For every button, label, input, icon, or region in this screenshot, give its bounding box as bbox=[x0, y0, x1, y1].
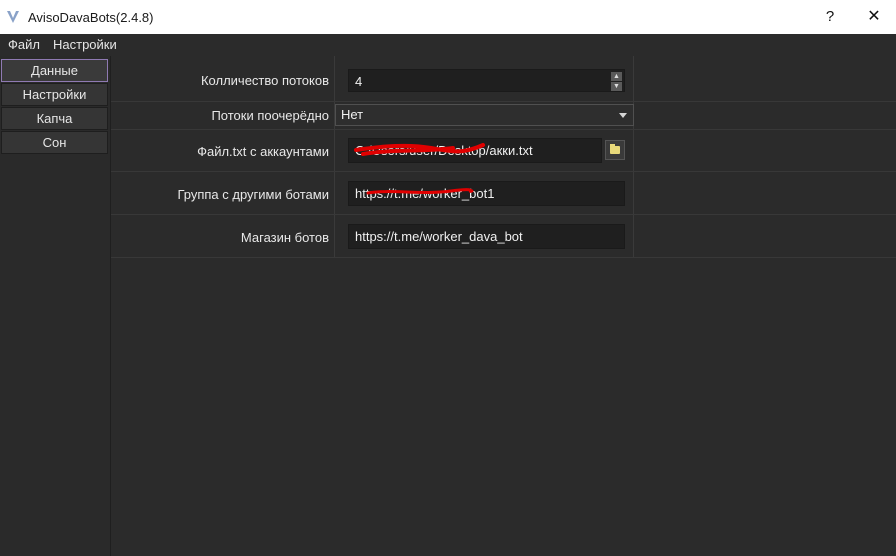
menu-bar: Файл Настройки bbox=[0, 34, 896, 55]
title-bar: AvisoDavaBots(2.4.8) ? ✕ bbox=[0, 0, 896, 34]
close-icon[interactable]: ✕ bbox=[860, 4, 888, 30]
sequential-value: Нет bbox=[341, 107, 364, 122]
bots-group-row: Группа с другими ботами https://t.me/wor… bbox=[111, 172, 896, 214]
sidebar-item-settings[interactable]: Настройки bbox=[1, 83, 108, 106]
sidebar-item-sleep[interactable]: Сон bbox=[1, 131, 108, 154]
sidebar: Данные Настройки Капча Сон bbox=[0, 56, 111, 556]
spin-up-icon[interactable]: ▲ bbox=[611, 72, 622, 81]
threads-row: Колличество потоков 4 ▲ ▼ bbox=[111, 56, 896, 101]
browse-button[interactable] bbox=[605, 140, 625, 160]
sequential-select[interactable]: Нет bbox=[335, 104, 634, 126]
sequential-row: Потоки поочерёдно Нет bbox=[111, 102, 896, 129]
sidebar-item-captcha[interactable]: Капча bbox=[1, 107, 108, 130]
threads-value: 4 bbox=[355, 74, 363, 89]
menu-file[interactable]: Файл bbox=[8, 37, 40, 52]
sequential-label: Потоки поочерёдно bbox=[211, 108, 329, 123]
row-divider bbox=[111, 257, 896, 258]
sidebar-item-data[interactable]: Данные bbox=[1, 59, 108, 82]
bots-shop-value: https://t.me/worker_dava_bot bbox=[355, 229, 523, 244]
settings-form: Колличество потоков 4 ▲ ▼ Потоки поочерё… bbox=[111, 56, 896, 556]
dropdown-arrow-icon bbox=[619, 113, 627, 118]
bots-group-label: Группа с другими ботами bbox=[177, 187, 329, 202]
accounts-file-label: Файл.txt с аккаунтами bbox=[197, 144, 329, 159]
folder-icon bbox=[610, 144, 620, 154]
app-logo-icon bbox=[7, 11, 19, 23]
help-icon[interactable]: ? bbox=[818, 4, 842, 30]
spin-buttons: ▲ ▼ bbox=[611, 72, 622, 91]
bots-shop-input[interactable]: https://t.me/worker_dava_bot bbox=[348, 224, 625, 249]
spin-down-icon[interactable]: ▼ bbox=[611, 82, 622, 91]
threads-spinbox[interactable]: 4 ▲ ▼ bbox=[348, 69, 625, 92]
app-window: AvisoDavaBots(2.4.8) ? ✕ Файл Настройки … bbox=[0, 0, 896, 556]
bots-shop-row: Магазин ботов https://t.me/worker_dava_b… bbox=[111, 215, 896, 257]
threads-label: Колличество потоков bbox=[200, 73, 329, 88]
menu-settings[interactable]: Настройки bbox=[53, 37, 117, 52]
bots-shop-label: Магазин ботов bbox=[240, 230, 329, 245]
accounts-file-row: Файл.txt с аккаунтами C:/Users/user/Desk… bbox=[111, 130, 896, 171]
window-title: AvisoDavaBots(2.4.8) bbox=[28, 10, 154, 25]
accounts-file-input[interactable]: C:/Users/user/Desktop/акки.txt bbox=[348, 138, 602, 163]
bots-group-value: https://t.me/worker_bot1 bbox=[355, 186, 495, 201]
bots-group-input[interactable]: https://t.me/worker_bot1 bbox=[348, 181, 625, 206]
accounts-file-value: C:/Users/user/Desktop/акки.txt bbox=[355, 143, 533, 158]
